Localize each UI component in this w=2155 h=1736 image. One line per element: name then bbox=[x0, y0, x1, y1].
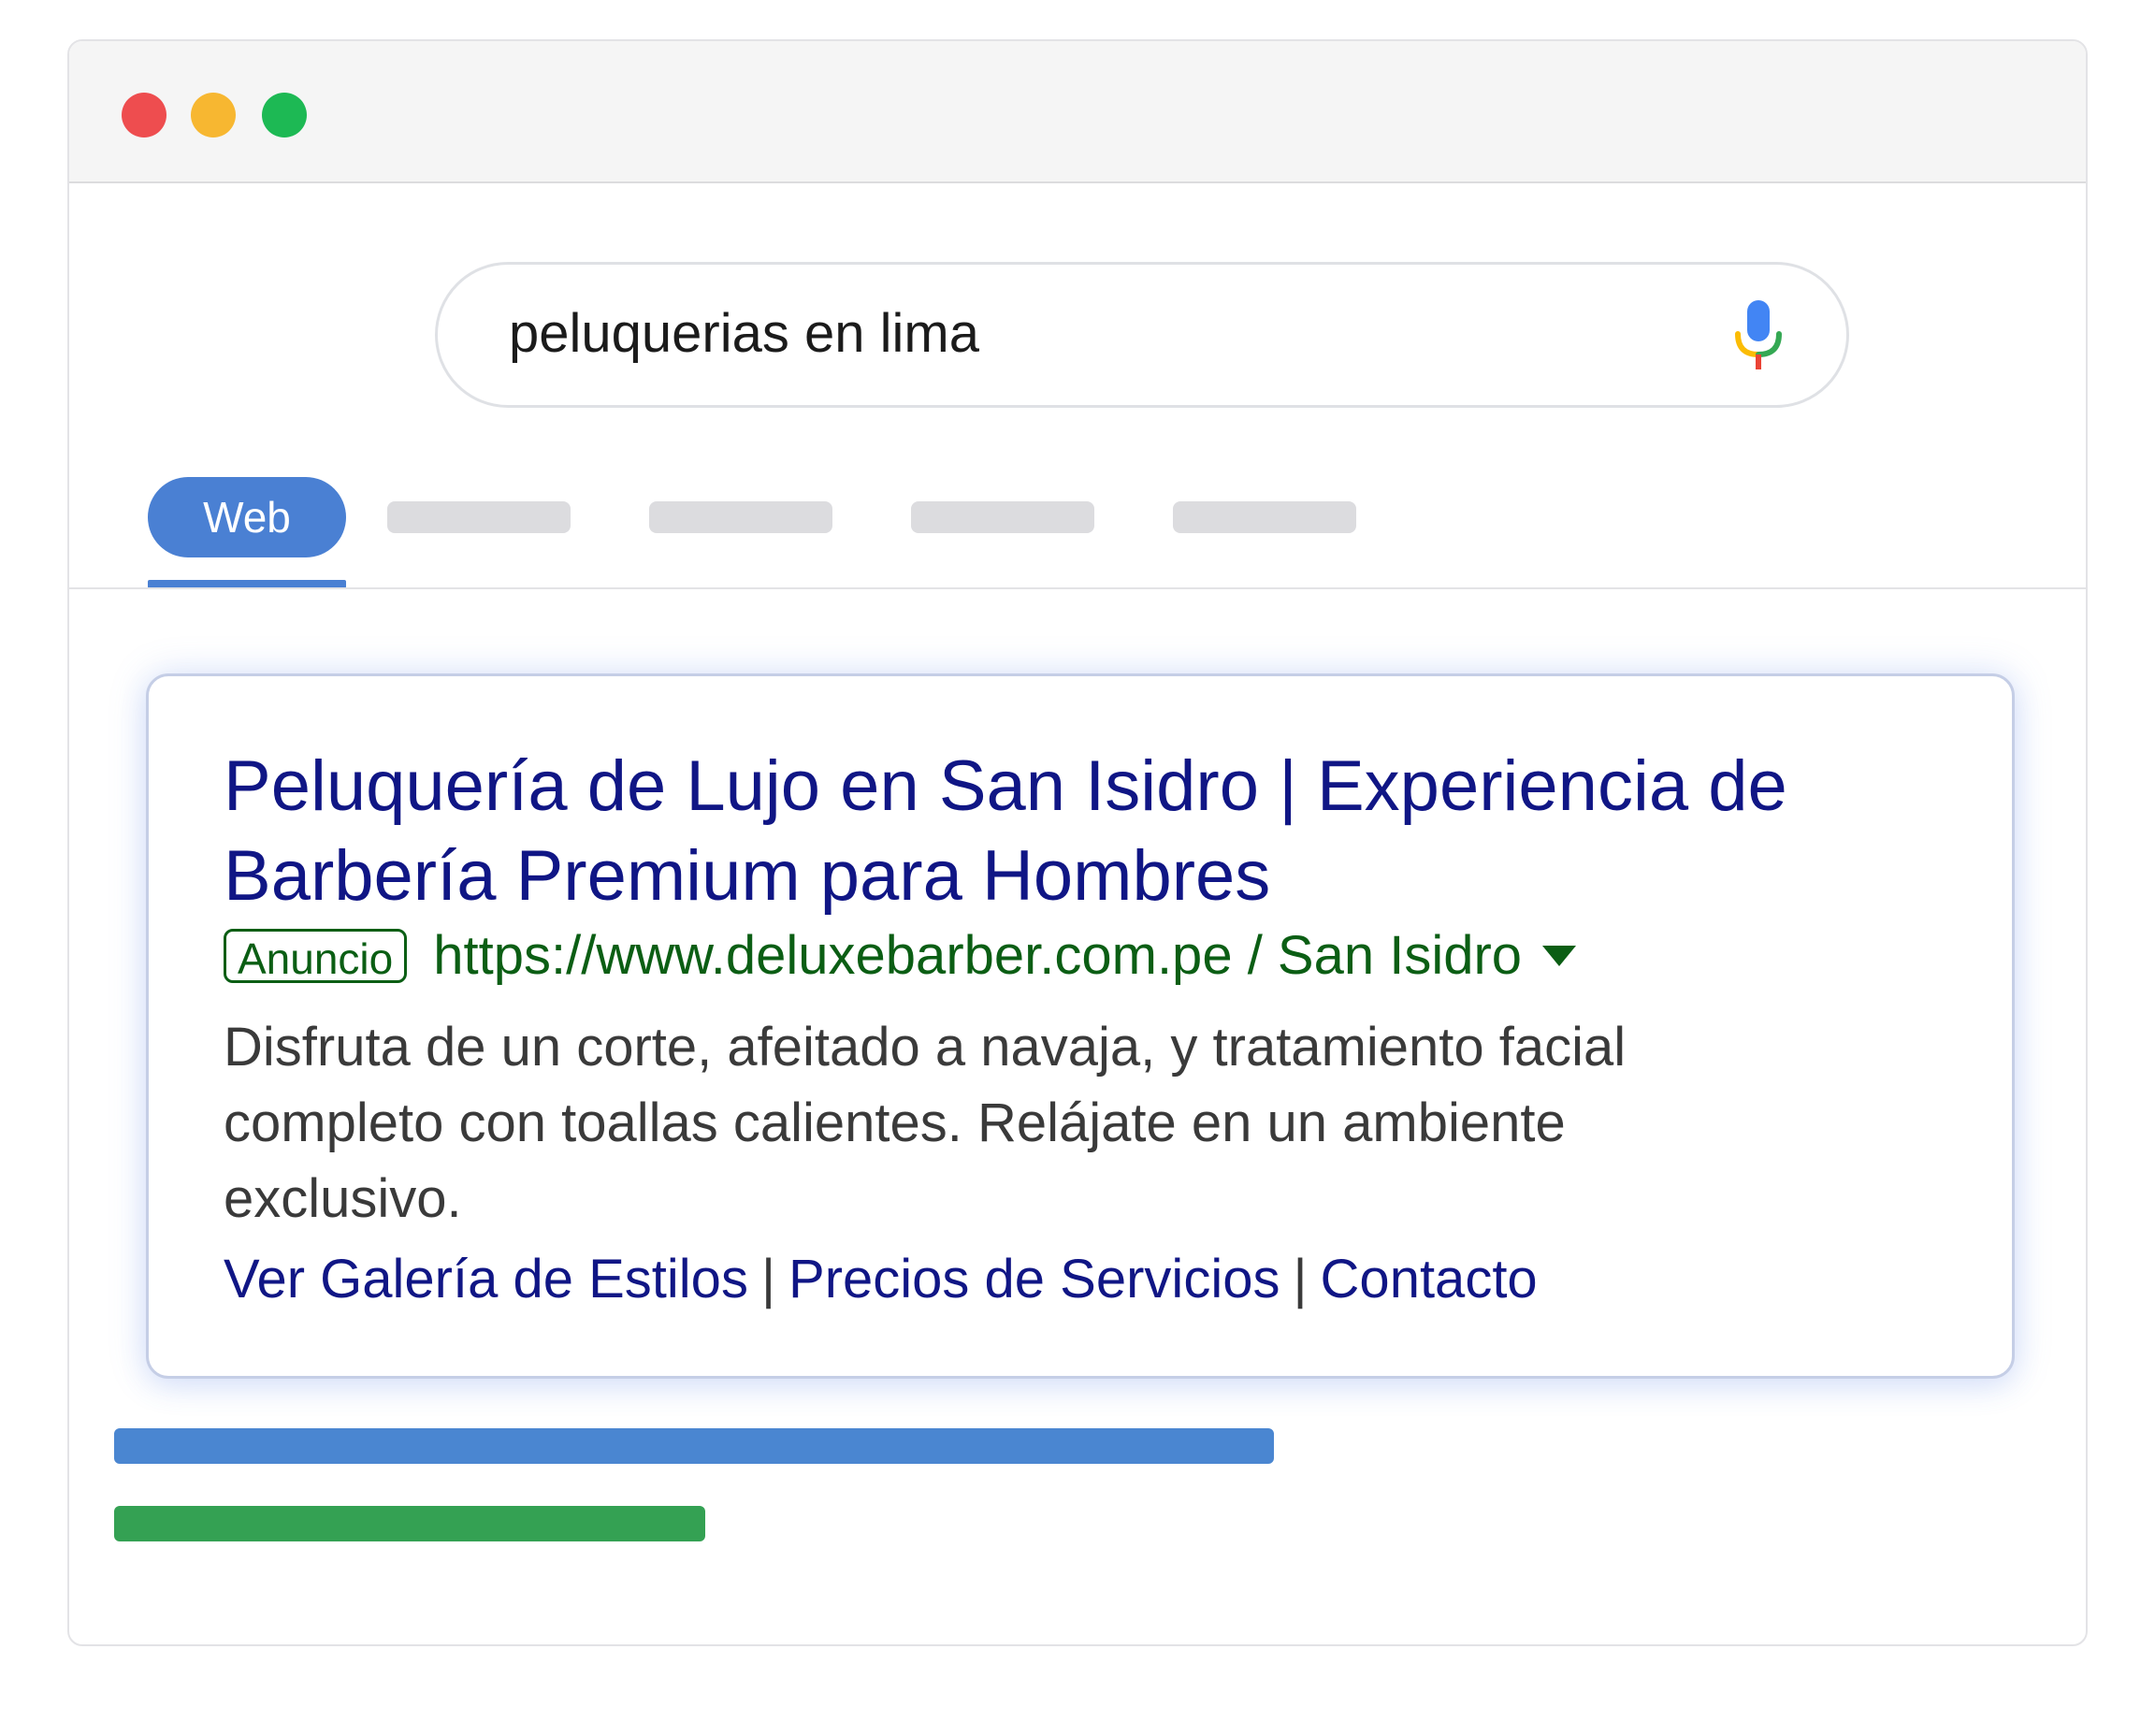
search-bar[interactable]: peluquerias en lima bbox=[435, 262, 1849, 408]
tab-placeholder[interactable] bbox=[387, 501, 571, 533]
ad-result-card: Peluquería de Lujo en San Isidro | Exper… bbox=[146, 673, 2015, 1379]
maximize-window-button[interactable] bbox=[262, 93, 307, 137]
sitelink-separator: | bbox=[1293, 1249, 1308, 1309]
ad-badge: Anuncio bbox=[224, 929, 408, 983]
search-input[interactable]: peluquerias en lima bbox=[509, 300, 979, 368]
sitelink-prices[interactable]: Precios de Servicios bbox=[788, 1249, 1280, 1309]
browser-window: peluquerias en lima Web Peluquería de Lu… bbox=[67, 39, 2088, 1646]
tabs-divider bbox=[69, 587, 2086, 589]
ad-display-url[interactable]: https://www.deluxebarber.com.pe / San Is… bbox=[433, 925, 1522, 987]
tab-placeholder[interactable] bbox=[649, 501, 832, 533]
sitelink-gallery[interactable]: Ver Galería de Estilos bbox=[224, 1249, 748, 1309]
sitelink-contact[interactable]: Contacto bbox=[1321, 1249, 1538, 1309]
minimize-window-button[interactable] bbox=[191, 93, 236, 137]
result-url-placeholder bbox=[114, 1506, 705, 1541]
tab-web[interactable]: Web bbox=[148, 477, 346, 557]
close-window-button[interactable] bbox=[122, 93, 166, 137]
ad-title-link[interactable]: Peluquería de Lujo en San Isidro | Exper… bbox=[224, 742, 1963, 921]
result-title-placeholder bbox=[114, 1428, 1274, 1464]
title-bar bbox=[69, 41, 2086, 183]
microphone-icon[interactable] bbox=[1730, 298, 1786, 373]
tab-placeholder[interactable] bbox=[911, 501, 1094, 533]
ad-sitelinks: Ver Galería de Estilos | Precios de Servic… bbox=[224, 1247, 1538, 1312]
caret-down-icon[interactable] bbox=[1542, 946, 1577, 966]
sitelink-separator: | bbox=[760, 1249, 776, 1309]
tab-placeholder[interactable] bbox=[1173, 501, 1356, 533]
ad-url-row: Anuncio https://www.deluxebarber.com.pe /… bbox=[224, 925, 1577, 987]
ad-description: Disfruta de un corte, afeitado a navaja,… bbox=[224, 1017, 1627, 1229]
